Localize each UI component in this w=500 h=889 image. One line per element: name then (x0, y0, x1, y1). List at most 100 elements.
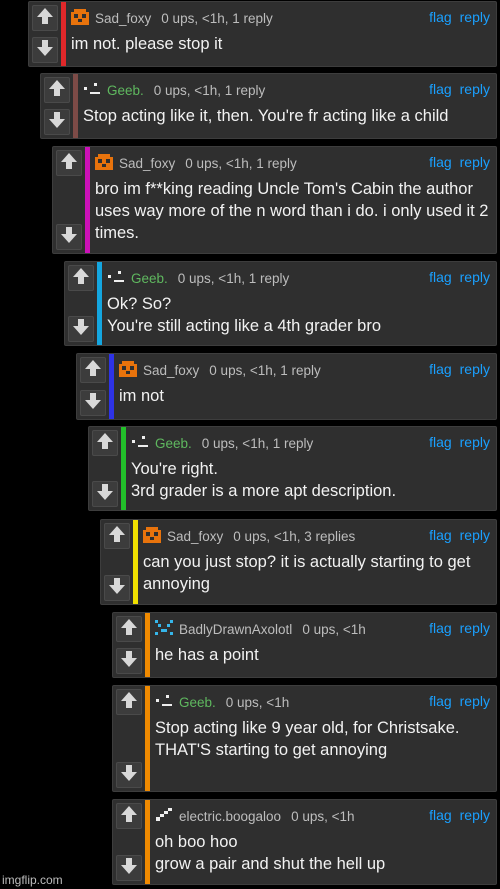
arrow-down-icon (120, 650, 138, 673)
reply-link[interactable]: reply (460, 620, 490, 636)
upvote-button[interactable] (116, 803, 142, 829)
downvote-button[interactable] (104, 575, 130, 601)
vote-controls (77, 354, 109, 419)
comment-text: Stop acting like 9 year old, for Christs… (155, 719, 460, 759)
username[interactable]: BadlyDrawnAxolotl (179, 622, 292, 637)
fox-icon[interactable] (95, 153, 119, 173)
downvote-button[interactable] (56, 224, 82, 250)
stairs-icon[interactable] (155, 807, 179, 826)
comment-meta: Geeb. 0 ups, <1h, 1 reply flag reply (83, 81, 490, 99)
username[interactable]: Sad_foxy (119, 156, 175, 171)
username[interactable]: Sad_foxy (143, 363, 199, 378)
reply-link[interactable]: reply (460, 361, 490, 377)
face-icon[interactable] (155, 693, 179, 712)
username[interactable]: Geeb. (107, 83, 144, 98)
vote-controls (89, 427, 121, 510)
reply-link[interactable]: reply (460, 154, 490, 170)
face-icon[interactable] (83, 81, 107, 100)
thread-depth-bar (145, 800, 150, 884)
arrow-up-icon (120, 805, 138, 828)
downvote-button[interactable] (68, 316, 94, 342)
comment-stats: 0 ups, <1h (291, 808, 355, 824)
reply-link[interactable]: reply (460, 693, 490, 709)
flag-link[interactable]: flag (429, 620, 452, 636)
reply-link[interactable]: reply (460, 807, 490, 823)
flag-link[interactable]: flag (429, 527, 452, 543)
flag-link[interactable]: flag (429, 361, 452, 377)
flag-link[interactable]: flag (429, 81, 452, 97)
comment-stats: 0 ups, <1h (302, 621, 366, 637)
comment-actions: flag reply (429, 361, 490, 377)
comment: BadlyDrawnAxolotl 0 ups, <1h flag reply … (112, 612, 497, 678)
upvote-button[interactable] (56, 150, 82, 176)
downvote-button[interactable] (116, 762, 142, 788)
upvote-button[interactable] (44, 77, 70, 103)
username[interactable]: Geeb. (131, 271, 168, 286)
downvote-button[interactable] (116, 855, 142, 881)
username[interactable]: Sad_foxy (95, 11, 151, 26)
downvote-button[interactable] (44, 109, 70, 135)
vote-controls (65, 262, 97, 345)
comment-meta: Geeb. 0 ups, <1h flag reply (155, 693, 490, 711)
downvote-button[interactable] (80, 390, 106, 416)
comment-actions: flag reply (429, 81, 490, 97)
thread-depth-bar (145, 686, 150, 791)
comment-actions: flag reply (429, 9, 490, 25)
comment-content: electric.boogaloo 0 ups, <1h flag reply … (155, 800, 490, 884)
username[interactable]: Geeb. (179, 695, 216, 710)
comment-content: Geeb. 0 ups, <1h, 1 reply flag reply Ok?… (107, 262, 490, 345)
comment-text: im not. please stop it (71, 35, 223, 53)
reply-link[interactable]: reply (460, 269, 490, 285)
arrow-down-icon (48, 111, 66, 134)
comment-stats: 0 ups, <1h (225, 694, 290, 710)
username[interactable]: Geeb. (155, 436, 192, 451)
flag-link[interactable]: flag (429, 9, 452, 25)
username[interactable]: electric.boogaloo (179, 809, 281, 824)
thread-depth-bar (145, 613, 150, 677)
fox-icon[interactable] (119, 360, 143, 380)
comment-actions: flag reply (429, 269, 490, 285)
comment-actions: flag reply (429, 154, 490, 170)
upvote-button[interactable] (80, 357, 106, 383)
arrow-down-icon (84, 392, 102, 415)
upvote-button[interactable] (116, 616, 142, 642)
axolotl-icon[interactable] (155, 619, 179, 639)
face-icon[interactable] (107, 269, 131, 288)
downvote-button[interactable] (92, 481, 118, 507)
comment-meta: Sad_foxy 0 ups, <1h, 1 reply flag reply (119, 360, 490, 380)
upvote-button[interactable] (104, 523, 130, 549)
arrow-down-icon (60, 226, 78, 249)
comment-content: Geeb. 0 ups, <1h, 1 reply flag reply Sto… (83, 74, 490, 138)
fox-icon[interactable] (71, 8, 95, 28)
flag-link[interactable]: flag (429, 269, 452, 285)
arrow-up-icon (72, 267, 90, 290)
downvote-button[interactable] (116, 648, 142, 674)
comment-actions: flag reply (429, 527, 490, 543)
fox-icon[interactable] (143, 526, 167, 546)
upvote-button[interactable] (92, 430, 118, 456)
reply-link[interactable]: reply (460, 9, 490, 25)
comment-content: Sad_foxy 0 ups, <1h, 3 replies flag repl… (143, 520, 490, 604)
vote-controls (113, 613, 145, 677)
upvote-button[interactable] (116, 689, 142, 715)
comment-text: oh boo hoo grow a pair and shut the hell… (155, 833, 386, 873)
face-icon[interactable] (131, 434, 155, 453)
upvote-button[interactable] (68, 265, 94, 291)
arrow-up-icon (108, 525, 126, 548)
reply-link[interactable]: reply (460, 81, 490, 97)
arrow-up-icon (60, 152, 78, 175)
reply-link[interactable]: reply (460, 527, 490, 543)
upvote-button[interactable] (32, 5, 58, 31)
flag-link[interactable]: flag (429, 154, 452, 170)
comment-text: he has a point (155, 646, 259, 664)
flag-link[interactable]: flag (429, 693, 452, 709)
comment: Sad_foxy 0 ups, <1h, 1 reply flag reply … (52, 146, 497, 254)
downvote-button[interactable] (32, 37, 58, 63)
comment-content: Sad_foxy 0 ups, <1h, 1 reply flag reply … (119, 354, 490, 419)
comment-meta: electric.boogaloo 0 ups, <1h flag reply (155, 807, 490, 825)
username[interactable]: Sad_foxy (167, 529, 223, 544)
arrow-down-icon (120, 857, 138, 880)
flag-link[interactable]: flag (429, 434, 452, 450)
flag-link[interactable]: flag (429, 807, 452, 823)
reply-link[interactable]: reply (460, 434, 490, 450)
